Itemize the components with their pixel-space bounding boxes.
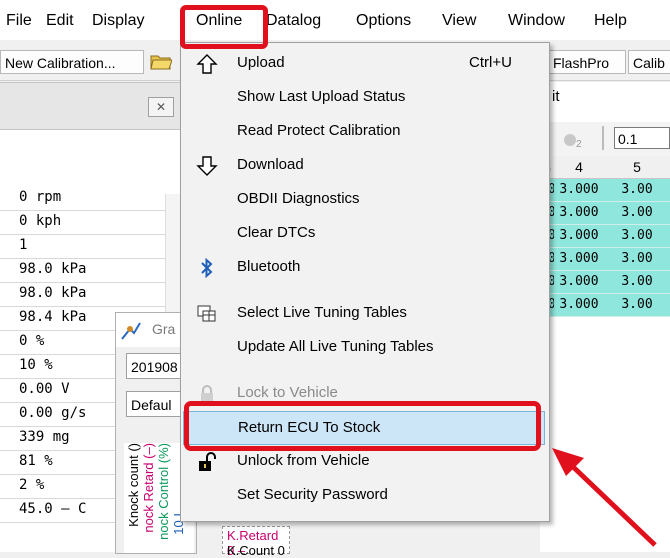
download-icon <box>196 156 218 176</box>
table-cell[interactable]: 3.00 <box>604 179 670 202</box>
tooltip-count: K.Count 0 <box>227 543 285 558</box>
menu-item-obdii-diagnostics[interactable]: OBDII Diagnostics <box>183 183 545 217</box>
sensor-value-row: 1 <box>0 234 165 259</box>
legend-knock-retard: nock Retard (–) <box>141 443 156 533</box>
unlock-icon <box>199 452 216 471</box>
sensor-value: 2 % <box>19 477 45 493</box>
menu-help[interactable]: Help <box>594 10 627 32</box>
sensor-value: 45.0 – C <box>19 501 87 517</box>
menu-item-upload[interactable]: Upload Ctrl+U <box>183 47 545 81</box>
menu-item-label: Set Security Password <box>237 486 388 503</box>
graph-preset-select[interactable]: Defaul <box>126 391 188 417</box>
online-menu-highlight-box <box>180 5 268 49</box>
menu-bar: File Edit Display Online Datalog Options… <box>0 0 670 40</box>
graph-title: Gra <box>152 321 176 337</box>
legend-knock-count: Knock count () <box>126 443 141 527</box>
calib-button[interactable]: Calib <box>628 50 670 74</box>
new-calibration-button[interactable]: New Calibration... <box>0 50 144 74</box>
sensor-value: 0.00 V <box>19 381 70 397</box>
sensor-value-row: 98.0 kPa <box>0 258 165 283</box>
table-titlebar: it <box>540 82 670 123</box>
sensor-value: 0 rpm <box>19 189 62 205</box>
menu-item-label: Download <box>237 156 304 173</box>
menu-window[interactable]: Window <box>508 10 565 32</box>
menu-item-label: Lock to Vehicle <box>237 384 338 401</box>
sensor-value: 0 kph <box>19 213 62 229</box>
column-header[interactable]: 4 <box>554 156 605 179</box>
sensor-value: 98.0 kPa <box>19 261 87 277</box>
sensor-value: 1 <box>19 237 28 253</box>
menu-item-label: OBDII Diagnostics <box>237 190 360 207</box>
open-folder-icon[interactable] <box>150 52 172 70</box>
table-toolbar: 2 0.1 <box>540 122 670 156</box>
menu-display[interactable]: Display <box>92 10 144 32</box>
sensor-value: 339 mg <box>19 429 70 445</box>
menu-view[interactable]: View <box>442 10 476 32</box>
sensor-value: 98.4 kPa <box>19 309 87 325</box>
table-cell[interactable]: 3.000 <box>554 294 604 317</box>
table-cell[interactable]: 3.00 <box>604 202 670 225</box>
menu-item-clear-dtcs[interactable]: Clear DTCs <box>183 217 545 251</box>
table-cell[interactable]: 3.000 <box>554 248 604 271</box>
menu-file[interactable]: File <box>6 10 32 32</box>
legend-knock-control: nock Control (%) <box>156 443 171 540</box>
menu-options[interactable]: Options <box>356 10 411 32</box>
sensor-value-row: 0 rpm <box>0 186 165 211</box>
flashpro-button[interactable]: FlashPro <box>548 50 626 74</box>
menu-edit[interactable]: Edit <box>46 10 74 32</box>
menu-item-label: Show Last Upload Status <box>237 88 406 105</box>
table-cell[interactable]: 3.000 <box>554 225 604 248</box>
menu-item-label: Unlock from Vehicle <box>237 452 370 469</box>
menu-item-label: Read Protect Calibration <box>237 122 401 139</box>
table-cell[interactable]: 3.00 <box>604 294 670 317</box>
step-value-input[interactable]: 0.1 <box>614 127 670 149</box>
sensor-value: 0.00 g/s <box>19 405 87 421</box>
menu-item-label: Upload <box>237 54 285 71</box>
menu-separator <box>183 285 545 287</box>
menu-item-download[interactable]: Download <box>183 149 545 183</box>
panel-close-icon[interactable]: ✕ <box>148 97 174 117</box>
menu-item-show-last-upload-status[interactable]: Show Last Upload Status <box>183 81 545 115</box>
table-cell[interactable]: 3.000 <box>554 202 604 225</box>
table-cell[interactable]: 3.000 <box>554 271 604 294</box>
return-ecu-highlight-box <box>184 401 541 451</box>
table-editor: it 2 0.1 3 4 5 0003.0003.000003.0003.000… <box>540 82 670 552</box>
menu-item-label: Bluetooth <box>237 258 301 275</box>
table-cell[interactable]: 3.00 <box>604 225 670 248</box>
table-cell[interactable]: 3.000 <box>554 179 604 202</box>
graph-app-icon <box>121 322 141 340</box>
sensor-value: 81 % <box>19 453 53 469</box>
live-tables-icon <box>197 305 216 322</box>
menu-item-label: Update All Live Tuning Tables <box>237 338 434 355</box>
menu-item-bluetooth[interactable]: Bluetooth <box>183 251 545 285</box>
upload-icon <box>196 54 218 74</box>
step-icon[interactable]: 2 <box>562 128 584 148</box>
table-cell[interactable]: 3.00 <box>604 271 670 294</box>
menu-datalog[interactable]: Datalog <box>266 10 321 32</box>
toolbar-separator <box>602 126 604 150</box>
sensor-value: 98.0 kPa <box>19 285 87 301</box>
sensor-value: 0 % <box>19 333 45 349</box>
sensor-value-row: 98.0 kPa <box>0 282 165 307</box>
table-title-fragment: it <box>552 88 560 105</box>
menu-item-set-security-password[interactable]: Set Security Password <box>183 479 545 513</box>
graph-tooltip: K.Retard 0 – K.Count 0 <box>222 526 290 558</box>
menu-item-label: Select Live Tuning Tables <box>237 304 407 321</box>
menu-item-update-all-live-tuning-tables[interactable]: Update All Live Tuning Tables <box>183 331 545 365</box>
table-cell[interactable]: 3.00 <box>604 248 670 271</box>
panel-header: ✕ <box>0 82 180 130</box>
svg-text:2: 2 <box>576 139 582 148</box>
sensor-value: 10 % <box>19 357 53 373</box>
shortcut-label: Ctrl+U <box>469 54 512 71</box>
bluetooth-icon <box>201 257 213 279</box>
column-header[interactable]: 5 <box>604 156 670 179</box>
graph-date-field[interactable]: 201908 <box>126 353 188 379</box>
sensor-value-row: 0 kph <box>0 210 165 235</box>
menu-item-select-live-tuning-tables[interactable]: Select Live Tuning Tables <box>183 297 545 331</box>
menu-item-label: Clear DTCs <box>237 224 316 241</box>
menu-item-read-protect-calibration[interactable]: Read Protect Calibration <box>183 115 545 149</box>
